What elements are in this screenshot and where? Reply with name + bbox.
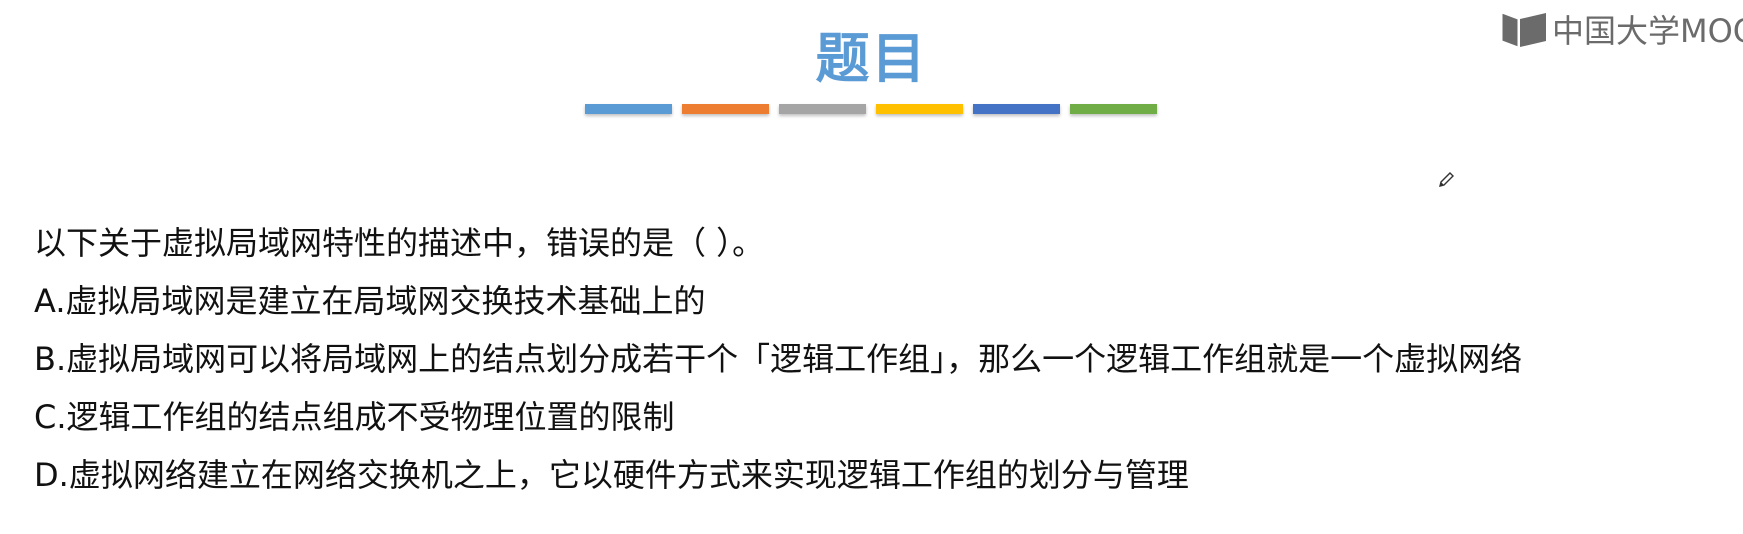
slide: 题目 中国大学MOOC 以下关于虚拟局域网特性的描述中，错误的是（ ）。 A.虚… <box>0 0 1743 534</box>
question-prompt: 以下关于虚拟局域网特性的描述中，错误的是（ ）。 <box>34 224 765 262</box>
color-bar-yellow <box>876 104 963 114</box>
color-bar-green <box>1070 104 1157 114</box>
color-bar-dark-blue <box>973 104 1060 114</box>
option-c: C.逻辑工作组的结点组成不受物理位置的限制 <box>34 398 675 436</box>
slide-title: 题目 <box>815 27 928 90</box>
decorative-color-bars <box>585 104 1157 114</box>
question-block: 以下关于虚拟局域网特性的描述中，错误的是（ ）。 A.虚拟局域网是建立在局域网交… <box>34 214 1734 504</box>
pencil-cursor-icon <box>1439 172 1454 187</box>
mooc-book-icon <box>1501 12 1546 48</box>
option-b: B.虚拟局域网可以将局域网上的结点划分成若干个「逻辑工作组」，那么一个逻辑工作组… <box>34 340 1523 378</box>
watermark-text: 中国大学MOOC <box>1552 12 1743 50</box>
color-bar-blue <box>585 104 672 114</box>
option-a: A.虚拟局域网是建立在局域网交换技术基础上的 <box>34 282 706 320</box>
option-d: D.虚拟网络建立在网络交换机之上，它以硬件方式来实现逻辑工作组的划分与管理 <box>34 456 1189 494</box>
mooc-watermark: 中国大学MOOC <box>1500 6 1743 52</box>
color-bar-gray <box>779 104 866 114</box>
color-bar-orange <box>682 104 769 114</box>
